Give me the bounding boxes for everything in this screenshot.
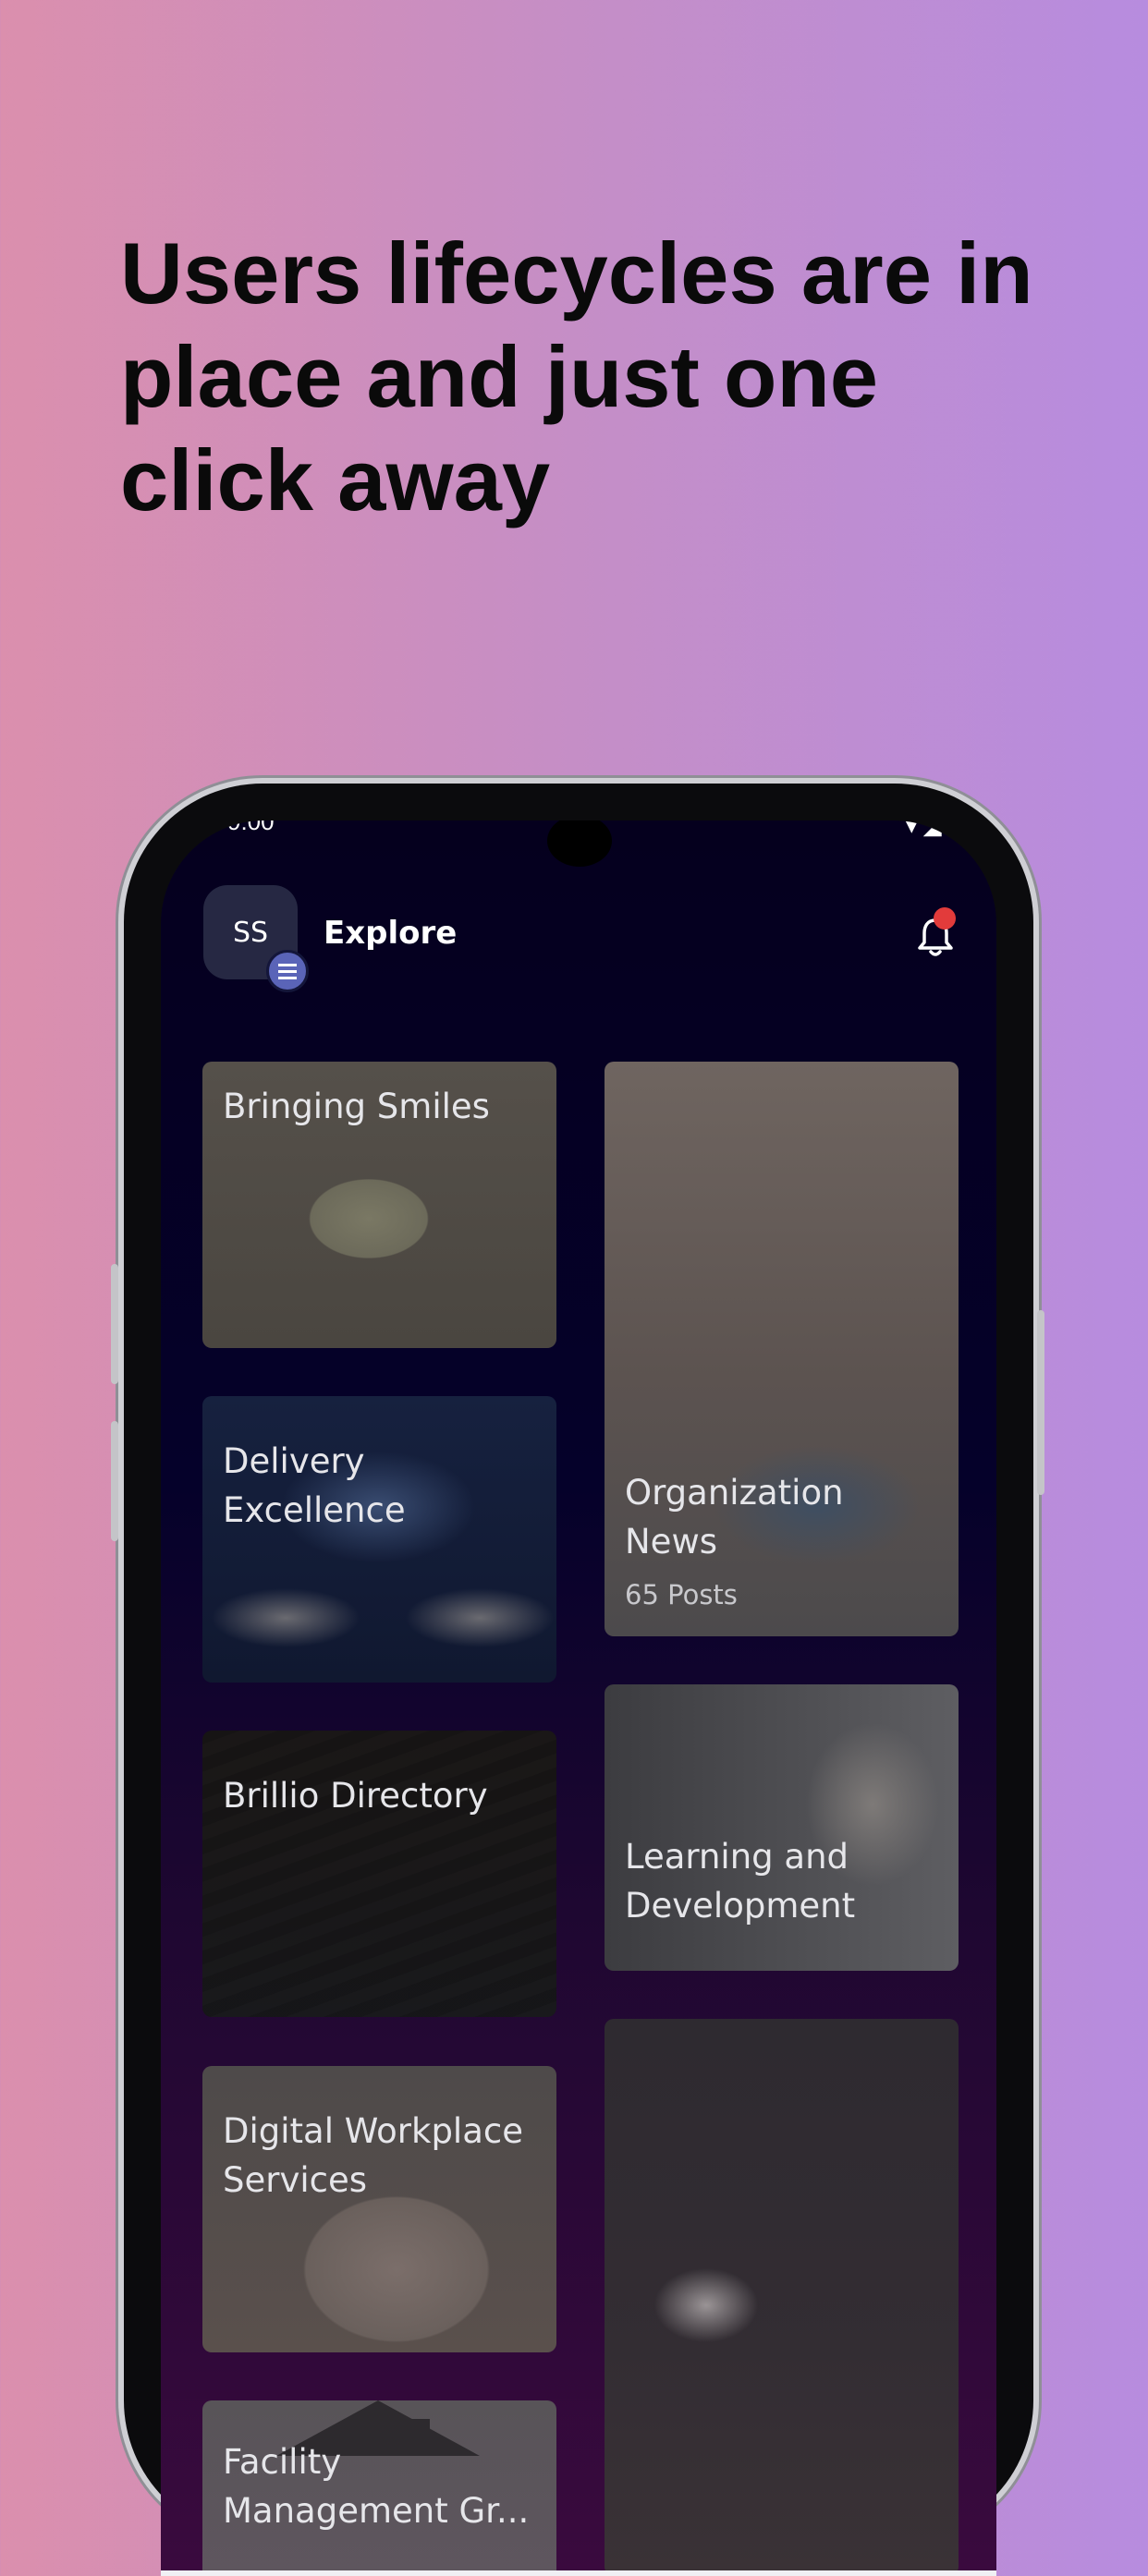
phone-power-button — [1037, 1310, 1044, 1495]
status-icons: ▾◢▪ — [905, 820, 961, 839]
menu-icon[interactable] — [266, 950, 309, 992]
phone-frame: 9:00 ▾◢▪ SS Explore Bringing Smiles Deli… — [111, 784, 1044, 2576]
tile-delivery-excellence[interactable]: Delivery Excellence — [202, 1396, 556, 1683]
camera-notch — [547, 820, 612, 867]
headline: Users lifecycles are in place and just o… — [120, 225, 1033, 529]
home-indicator — [161, 2570, 996, 2576]
tile-facility-management[interactable]: Facility Management Gr... — [202, 2400, 556, 2576]
tile-brillio-directory[interactable]: Brillio Directory — [202, 1731, 556, 2017]
tile-label: Brillio Directory — [223, 1776, 488, 1816]
tile-learning-development[interactable]: Learning and Development — [605, 1684, 959, 1971]
status-time: 9:00 — [227, 820, 275, 835]
phone-side-button — [111, 1264, 118, 1384]
tile-post-count: 65 Posts — [625, 1579, 738, 1610]
avatar-initials: SS — [232, 916, 269, 949]
notification-badge — [934, 907, 956, 930]
app-screen: 9:00 ▾◢▪ SS Explore Bringing Smiles Deli… — [161, 820, 996, 2576]
tile-digital-workplace[interactable]: Digital Workplace Services — [202, 2066, 556, 2352]
tile-business-image[interactable] — [605, 2019, 959, 2576]
tile-label: Learning and Development — [625, 1837, 856, 1926]
tile-label: Bringing Smiles — [223, 1087, 490, 1126]
tile-label: Delivery Excellence — [223, 1441, 406, 1530]
phone-side-button — [111, 1421, 118, 1541]
tile-bringing-smiles[interactable]: Bringing Smiles — [202, 1062, 556, 1348]
tile-label: Digital Workplace Services — [223, 2111, 523, 2200]
tile-label: Facility Management Gr... — [223, 2442, 530, 2531]
tile-organization-news[interactable]: Organization News 65 Posts — [605, 1062, 959, 1636]
page-title: Explore — [324, 915, 458, 952]
tile-label: Organization News — [625, 1473, 844, 1561]
